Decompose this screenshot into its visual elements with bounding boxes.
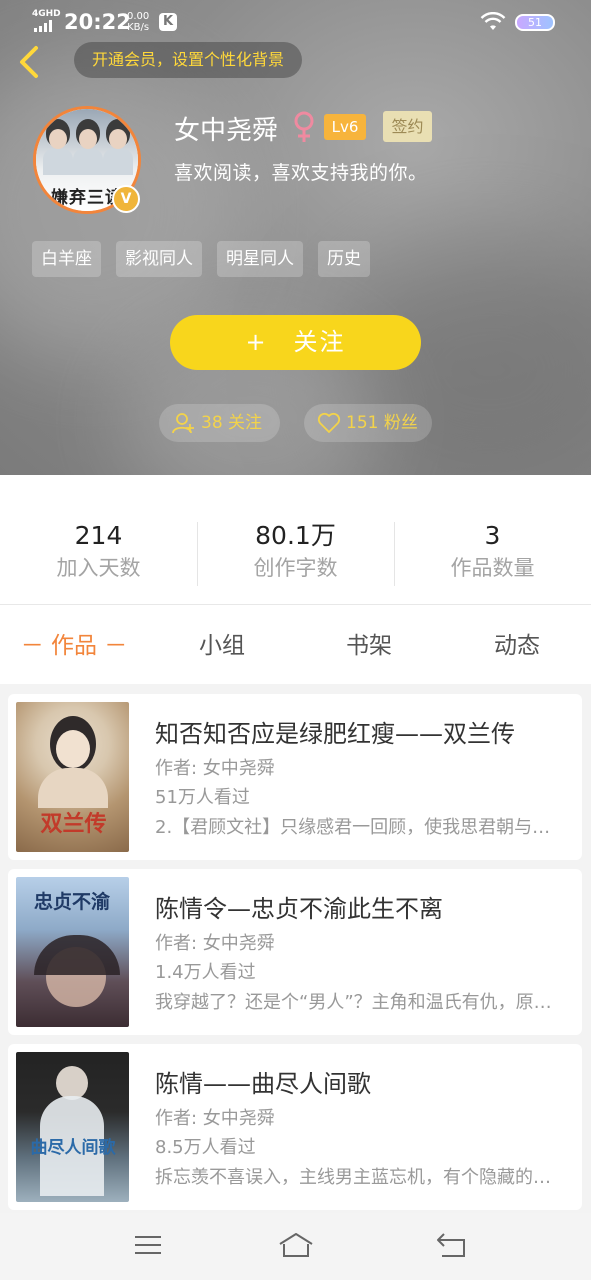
- network-type: 4GHD: [32, 9, 61, 19]
- tag-list: 白羊座 影视同人 明星同人 历史: [32, 241, 370, 277]
- heart-icon: [317, 412, 341, 433]
- cover-title: 双兰传: [40, 811, 107, 837]
- profile-header: 4GHD 20:22 0.00 KB/s K 51 开通会员，设置个性化背景 嫌…: [0, 0, 591, 475]
- book-cover: 曲尽人间歌: [16, 1052, 129, 1202]
- book-author: 作者: 女中尧舜: [155, 1108, 275, 1129]
- book-author: 作者: 女中尧舜: [155, 933, 275, 954]
- tab-bar: － 作品 － 小组 书架 动态: [0, 605, 591, 684]
- stat-join-days: 214 加入天数: [56, 521, 141, 580]
- tab-groups[interactable]: 小组: [172, 605, 272, 684]
- tag-item[interactable]: 明星同人: [217, 241, 303, 277]
- level-badge: Lv6: [324, 114, 366, 140]
- book-cover: 双兰传: [16, 702, 129, 852]
- book-item[interactable]: 忠贞不渝 陈情令—忠贞不渝此生不离 作者: 女中尧舜 1.4万人看过 我穿越了？…: [8, 869, 582, 1035]
- book-description: 2.【君顾文社】只缘感君一回顾，使我思君朝与暮。: [155, 817, 567, 838]
- cover-title: 曲尽人间歌: [30, 1138, 116, 1158]
- network-speed: 0.00 KB/s: [127, 11, 150, 33]
- tag-item[interactable]: 影视同人: [116, 241, 202, 277]
- follow-button[interactable]: + 关注: [170, 315, 421, 370]
- book-description: 拆忘羡不喜误入，主线男主蓝忘机，有个隐藏的身份。: [155, 1167, 567, 1188]
- signal-icon: [34, 20, 56, 32]
- status-time: 20:22: [64, 10, 131, 34]
- book-item[interactable]: 曲尽人间歌 陈情——曲尽人间歌 作者: 女中尧舜 8.5万人看过 拆忘羡不喜误入…: [8, 1044, 582, 1210]
- tag-item[interactable]: 白羊座: [32, 241, 101, 277]
- stat-word-count: 80.1万 创作字数: [253, 521, 338, 580]
- following-count-button[interactable]: 38 关注: [159, 404, 280, 442]
- bio-text: 喜欢阅读，喜欢支持我的你。: [174, 162, 428, 184]
- book-description: 我穿越了？还是个“男人”？主角和温氏有仇，原创男主。: [155, 992, 567, 1013]
- battery-icon: 51: [515, 14, 555, 31]
- tab-activity[interactable]: 动态: [467, 605, 567, 684]
- tag-item[interactable]: 历史: [318, 241, 370, 277]
- female-icon: [294, 111, 314, 142]
- following-count: 38 关注: [201, 413, 263, 433]
- book-title: 知否知否应是绿肥红瘦——双兰传: [155, 720, 515, 748]
- system-nav-bar: [0, 1213, 591, 1280]
- k-app-icon: K: [159, 13, 177, 31]
- add-user-icon: [172, 413, 194, 434]
- tab-bookshelf[interactable]: 书架: [319, 605, 419, 684]
- fans-count-button[interactable]: 151 粉丝: [304, 404, 432, 442]
- stats-panel: 214 加入天数 80.1万 创作字数 3 作品数量: [0, 475, 591, 605]
- book-item[interactable]: 双兰传 知否知否应是绿肥红瘦——双兰传 作者: 女中尧舜 51万人看过 2.【君…: [8, 694, 582, 860]
- stat-works-count: 3 作品数量: [450, 521, 535, 580]
- book-author: 作者: 女中尧舜: [155, 758, 275, 779]
- home-icon[interactable]: [277, 1230, 315, 1260]
- status-bar: 4GHD 20:22 0.00 KB/s K 51: [0, 0, 591, 46]
- wifi-icon: [480, 12, 506, 30]
- username: 女中尧舜: [174, 116, 279, 146]
- menu-icon[interactable]: [131, 1230, 165, 1260]
- back-chevron-icon[interactable]: [14, 44, 48, 80]
- book-title: 陈情——曲尽人间歌: [155, 1070, 371, 1098]
- signed-badge: 签约: [383, 111, 432, 142]
- cover-title: 忠贞不渝: [33, 891, 110, 913]
- book-reads: 51万人看过: [155, 787, 250, 808]
- book-reads: 8.5万人看过: [155, 1137, 256, 1158]
- book-reads: 1.4万人看过: [155, 962, 256, 983]
- book-title: 陈情令—忠贞不渝此生不离: [155, 895, 443, 923]
- tab-works[interactable]: － 作品 －: [14, 605, 134, 684]
- back-icon[interactable]: [434, 1230, 468, 1260]
- fans-count: 151 粉丝: [346, 413, 418, 433]
- vip-banner[interactable]: 开通会员，设置个性化背景: [74, 42, 303, 78]
- verified-badge: V: [112, 185, 140, 213]
- book-cover: 忠贞不渝: [16, 877, 129, 1027]
